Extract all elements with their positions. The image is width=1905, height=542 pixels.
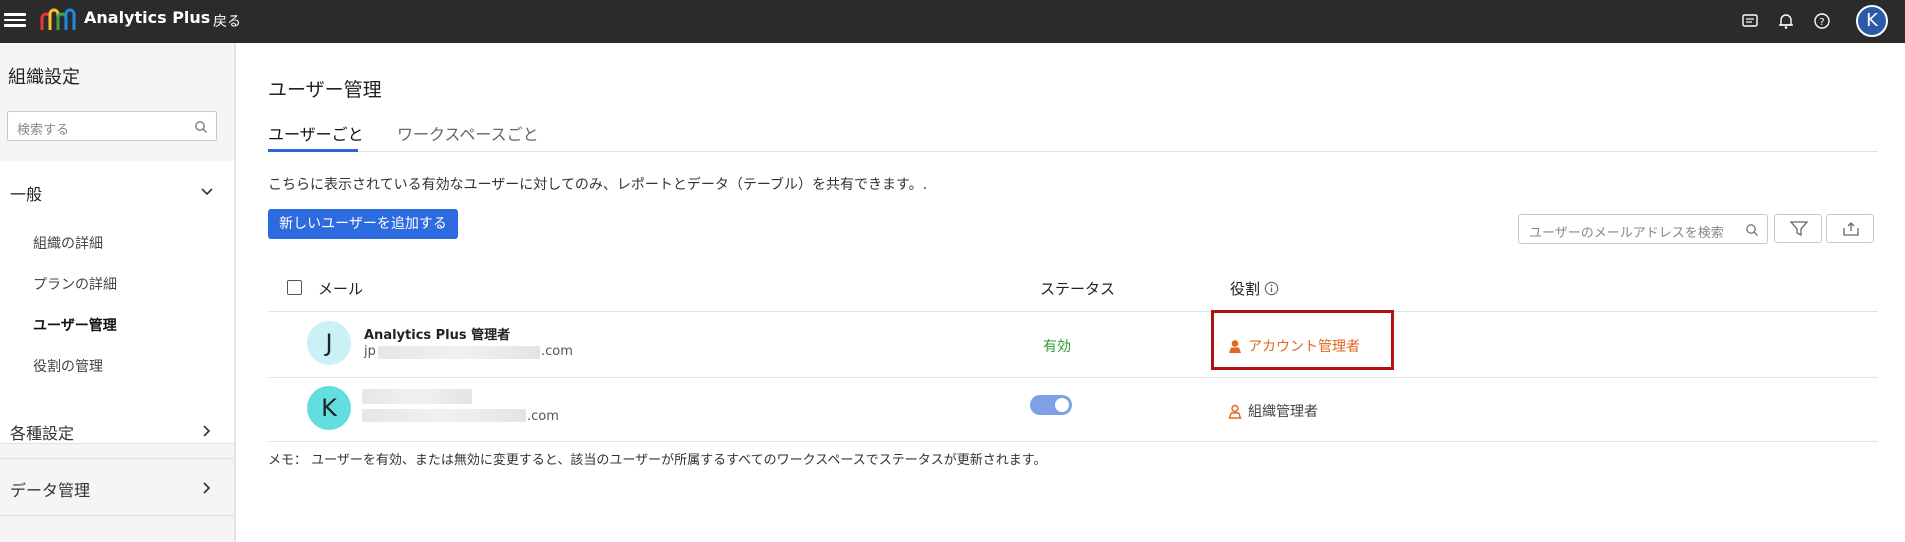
analytics-plus-logo xyxy=(40,8,76,30)
user-name: Analytics Plus 管理者 xyxy=(364,328,511,343)
export-icon xyxy=(1843,222,1859,236)
search-icon xyxy=(195,121,207,133)
chevron-down-icon[interactable] xyxy=(200,185,214,199)
role-cell[interactable]: アカウント管理者 xyxy=(1228,336,1360,356)
status-change-memo: メモ： ユーザーを有効、または無効に変更すると、該当のユーザーが所属するすべての… xyxy=(268,453,1047,468)
sidebar-group-settings[interactable]: 各種設定 xyxy=(10,420,74,444)
sidebar-item-plan-details[interactable]: プランの詳細 xyxy=(33,274,117,294)
bell-icon[interactable] xyxy=(1776,11,1796,31)
toggle-knob xyxy=(1055,398,1069,412)
sidebar-search-placeholder: 検索する xyxy=(17,123,70,138)
hamburger-menu-icon[interactable] xyxy=(4,10,26,30)
table-divider xyxy=(268,311,1878,312)
email-search-input[interactable]: ユーザーのメールアドレスを検索 xyxy=(1518,214,1768,244)
search-icon xyxy=(1746,224,1758,236)
avatar: K xyxy=(307,386,351,430)
app-title: Analytics Plus xyxy=(84,8,211,27)
user-email-prefix: jp xyxy=(364,344,376,359)
sidebar-divider xyxy=(0,458,234,459)
sidebar-group-general: 一般 組織の詳細 プランの詳細 ユーザー管理 役割の管理 xyxy=(0,161,234,443)
filter-icon xyxy=(1790,221,1808,237)
role-cell[interactable]: 組織管理者 xyxy=(1228,401,1318,421)
sidebar-item-role-management[interactable]: 役割の管理 xyxy=(33,356,103,376)
sidebar-divider xyxy=(0,515,234,516)
sidebar-item-user-management[interactable]: ユーザー管理 xyxy=(33,315,117,335)
sidebar-search-input[interactable]: 検索する xyxy=(7,111,217,141)
select-all-checkbox[interactable] xyxy=(287,280,302,295)
user-email-suffix: .com xyxy=(541,344,573,359)
sidebar-title: 組織設定 xyxy=(8,67,80,88)
tab-by-workspace[interactable]: ワークスペースごと xyxy=(397,121,539,145)
sharing-notice: こちらに表示されている有効なユーザーに対してのみ、レポートとデータ（テーブル）を… xyxy=(268,177,928,193)
table-divider xyxy=(268,441,1878,442)
status-active-text: 有効 xyxy=(1043,339,1071,355)
sidebar: 組織設定 検索する 一般 組織の詳細 プランの詳細 ユーザー管理 役割の管理 各… xyxy=(0,43,236,542)
table-divider xyxy=(268,377,1878,378)
info-icon[interactable] xyxy=(1264,281,1279,296)
active-tab-indicator xyxy=(268,149,358,152)
chevron-right-icon[interactable] xyxy=(200,424,214,438)
redacted-name xyxy=(362,389,472,404)
top-bar: Analytics Plus 戻る ? K xyxy=(0,0,1905,43)
role-label: アカウント管理者 xyxy=(1248,339,1360,355)
help-icon[interactable]: ? xyxy=(1812,11,1832,31)
user-avatar[interactable]: K xyxy=(1856,5,1888,37)
page-title: ユーザー管理 xyxy=(268,79,382,101)
column-header-email: メール xyxy=(318,280,364,298)
filter-button[interactable] xyxy=(1774,214,1822,243)
chat-icon[interactable] xyxy=(1740,11,1760,31)
export-button[interactable] xyxy=(1826,214,1874,243)
tabs-divider xyxy=(268,151,1878,152)
chevron-right-icon[interactable] xyxy=(200,481,214,495)
column-header-role: 役割 xyxy=(1230,280,1261,298)
redacted-email xyxy=(362,409,526,422)
column-header-status: ステータス xyxy=(1040,280,1116,298)
account-admin-icon xyxy=(1229,339,1241,353)
avatar: J xyxy=(307,321,351,365)
sidebar-group-data-management[interactable]: データ管理 xyxy=(10,477,90,501)
email-search-placeholder: ユーザーのメールアドレスを検索 xyxy=(1529,226,1724,241)
tab-by-user[interactable]: ユーザーごと xyxy=(268,121,364,145)
org-admin-icon xyxy=(1228,404,1242,419)
svg-text:?: ? xyxy=(1819,17,1824,28)
back-link[interactable]: 戻る xyxy=(213,11,241,31)
sidebar-item-org-details[interactable]: 組織の詳細 xyxy=(33,233,103,253)
status-toggle[interactable] xyxy=(1030,395,1072,415)
user-email-suffix: .com xyxy=(527,409,559,424)
role-label: 組織管理者 xyxy=(1248,404,1318,420)
sidebar-group-general-label[interactable]: 一般 xyxy=(10,181,42,205)
redacted-email xyxy=(378,346,540,359)
add-user-button[interactable]: 新しいユーザーを追加する xyxy=(268,209,458,239)
